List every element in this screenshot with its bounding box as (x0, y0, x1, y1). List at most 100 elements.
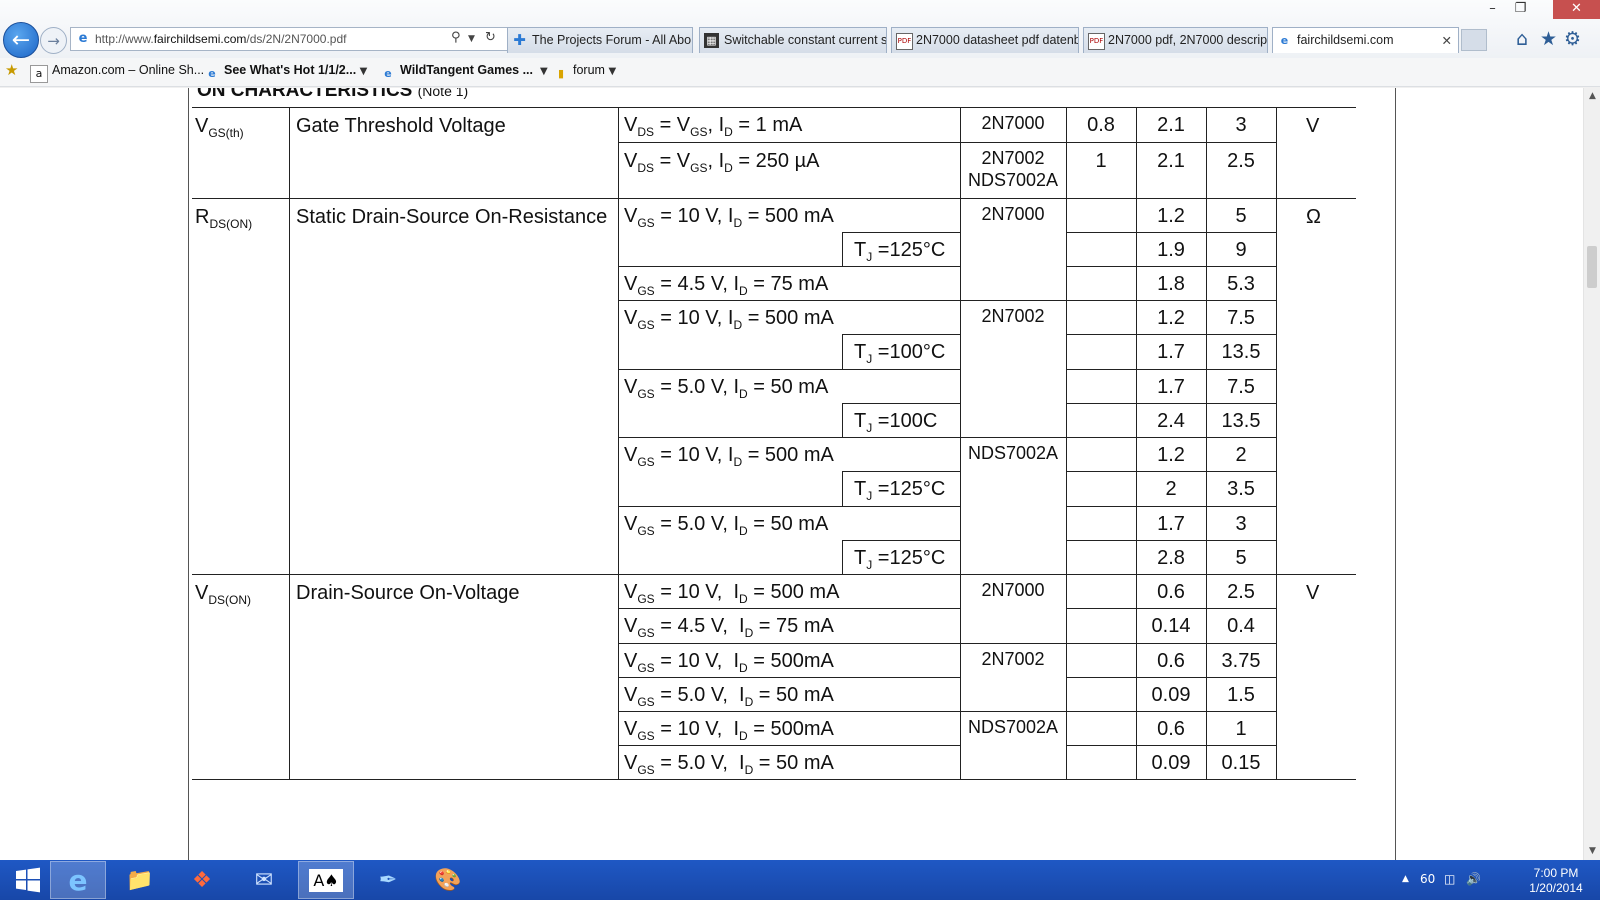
taskbar-solitaire[interactable]: A♠ (298, 861, 354, 899)
value-typ: 1.9 (1157, 239, 1185, 261)
value-rule (1066, 506, 1276, 507)
chevron-down-icon[interactable]: ▼ (540, 66, 548, 77)
value-max: 2.5 (1227, 581, 1255, 603)
value-max: 5.3 (1227, 273, 1255, 295)
condition-rule (618, 711, 960, 712)
favorite-see-whats-hot[interactable]: e See What's Hot 1/1/2... ▼ (204, 63, 367, 82)
value-rule (1066, 266, 1276, 267)
value-rule (1066, 403, 1276, 404)
taskbar-puzzle-game[interactable]: ❖ (174, 861, 230, 899)
test-condition: VGS = 10 V, ID = 500mA (624, 718, 834, 743)
scroll-up-arrow-icon[interactable]: ▲ (1584, 88, 1600, 105)
parameter-symbol: RDS(ON) (195, 206, 253, 231)
value-typ: 2.1 (1157, 150, 1185, 172)
scroll-thumb[interactable] (1587, 246, 1597, 288)
device-name: NDS7002A (967, 170, 1059, 190)
tab-2n7000-datasheet-datenbl[interactable]: PDF 2N7000 datasheet pdf datenbl... (891, 27, 1079, 53)
address-bar[interactable]: e http://www.fairchildsemi.com/ds/2N/2N7… (70, 27, 511, 51)
home-icon[interactable]: ⌂ (1516, 28, 1528, 50)
unit-label: V (1306, 115, 1320, 137)
show-hidden-icons-icon[interactable]: ▲ (1402, 874, 1409, 884)
tab-projects-forum[interactable]: ✚ The Projects Forum - All Abo... (507, 27, 693, 53)
new-tab-button[interactable] (1461, 29, 1487, 51)
param-divider (192, 574, 1356, 575)
device-rule (960, 711, 1066, 712)
tj-rule (842, 403, 843, 437)
restore-button[interactable]: ❐ (1508, 0, 1533, 20)
value-typ: 0.14 (1151, 615, 1191, 637)
refresh-icon[interactable]: ↻ (485, 30, 496, 45)
syringe-icon: ✒ (378, 867, 398, 893)
value-max: 5 (1235, 547, 1247, 569)
value-typ: 1.8 (1157, 273, 1185, 295)
condition-rule (842, 471, 960, 472)
device-rule (960, 437, 1066, 438)
taskbar-file-explorer[interactable]: 📁 (112, 861, 168, 899)
search-icon[interactable]: ⚲ (451, 30, 461, 45)
add-favorites-icon[interactable]: ★ (5, 61, 18, 79)
tab-2n7000-pdf-description[interactable]: PDF 2N7000 pdf, 2N7000 descripti... (1083, 27, 1268, 53)
value-typ: 2.4 (1157, 410, 1185, 432)
taskbar-thunderbird[interactable]: ✉ (236, 861, 292, 899)
value-max: 9 (1235, 239, 1247, 261)
close-window-button[interactable]: ✕ (1553, 0, 1600, 19)
minimize-button[interactable]: – (1480, 0, 1505, 20)
test-condition: VDS = VGS, ID = 1 mA (624, 114, 803, 139)
forward-button[interactable]: → (40, 27, 67, 54)
volume-icon[interactable]: 🔊 (1466, 872, 1481, 886)
address-text[interactable]: http://www.fairchildsemi.com/ds/2N/2N700… (95, 32, 346, 46)
test-condition: VGS = 5.0 V, ID = 50 mA (624, 513, 829, 538)
close-tab-icon[interactable]: ✕ (1442, 28, 1452, 53)
gear-icon[interactable]: ⚙ (1564, 28, 1581, 50)
value-typ: 2 (1165, 478, 1177, 500)
tray-counter[interactable]: 60 (1420, 872, 1435, 886)
value-max: 1 (1235, 718, 1247, 740)
value-rule (1066, 142, 1276, 143)
test-condition: VGS = 5.0 V, ID = 50 mA (624, 752, 834, 777)
device-name: 2N7000 (981, 204, 1045, 224)
value-rule (1066, 334, 1276, 335)
back-button[interactable]: ← (3, 22, 39, 58)
tj-rule (842, 334, 843, 369)
favorite-forum-folder[interactable]: ▮ forum ▼ (553, 63, 616, 82)
value-min: 0.8 (1087, 114, 1115, 136)
condition-rule (618, 608, 960, 609)
favorite-amazon[interactable]: a Amazon.com – Online Sh... (30, 63, 204, 83)
param-divider (192, 198, 1356, 199)
value-typ: 0.6 (1157, 650, 1185, 672)
clock-date: 1/20/2014 (1529, 881, 1583, 895)
table-top-rule (192, 107, 1356, 108)
value-typ: 0.6 (1157, 718, 1185, 740)
chevron-down-icon[interactable]: ▼ (360, 66, 368, 77)
windows-start-button[interactable] (6, 861, 50, 899)
clock-time: 7:00 PM (1533, 866, 1579, 880)
chevron-down-icon[interactable]: ▼ (468, 34, 475, 44)
amazon-icon: a (30, 65, 48, 83)
ie-page-icon: e (78, 31, 88, 46)
chevron-down-icon[interactable]: ▼ (608, 66, 616, 77)
favorite-wildtangent[interactable]: e WildTangent Games ... ▼ (380, 63, 548, 82)
section-title: ON CHARACTERISTICS (Note 1) (197, 88, 469, 101)
tj-rule (842, 232, 843, 266)
plus-icon: ✚ (513, 31, 526, 49)
vertical-scrollbar[interactable]: ▲ ▼ (1583, 88, 1600, 860)
solitaire-icon: A♠ (309, 868, 343, 892)
network-icon[interactable]: ◫ (1444, 872, 1455, 886)
value-max: 3 (1235, 513, 1247, 535)
value-rule (1066, 437, 1276, 438)
junction-temperature: TJ =125°C (854, 547, 946, 572)
taskbar-internet-explorer[interactable]: e (50, 861, 106, 899)
tab-fairchildsemi[interactable]: e fairchildsemi.com ✕ (1272, 27, 1459, 53)
column-rule (289, 107, 290, 779)
taskbar-syringe-app[interactable]: ✒ (360, 861, 416, 899)
scroll-down-arrow-icon[interactable]: ▼ (1584, 843, 1600, 860)
tj-rule (842, 540, 843, 574)
puzzle-game-icon: ❖ (192, 867, 212, 893)
tab-switchable-constant-current[interactable]: ▦ Switchable constant current s... (699, 27, 887, 53)
ie-icon: e (208, 67, 216, 80)
windows-start-icon (16, 867, 40, 893)
ie-icon: e (1280, 34, 1289, 47)
taskbar-paint[interactable]: 🎨 (420, 861, 476, 899)
favorites-star-icon[interactable]: ★ (1540, 28, 1557, 50)
system-clock[interactable]: 7:00 PM 1/20/2014 (1520, 866, 1592, 896)
